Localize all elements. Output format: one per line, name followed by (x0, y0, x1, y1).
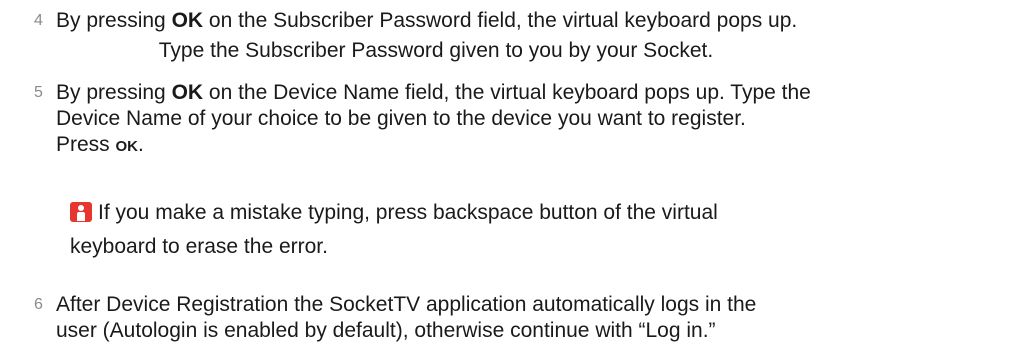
step-number: 6 (34, 296, 43, 313)
step-text-segment: on the Device Name field, the virtual ke… (203, 81, 811, 104)
step-text-segment: By pressing (56, 9, 172, 32)
step-line: By pressing OK on the Subscriber Passwor… (56, 8, 856, 34)
step-text: By pressing OK on the Device Name field,… (56, 80, 876, 160)
ok-keyword: OK (171, 9, 204, 32)
note-callout: If you make a mistake typing, press back… (70, 196, 830, 264)
note-line: keyboard to erase the error. (70, 235, 328, 258)
note-text: If you make a mistake typing, press back… (98, 201, 718, 224)
step-line: By pressing OK on the Device Name field,… (56, 80, 876, 106)
step-line: Type the Subscriber Password given to yo… (158, 39, 714, 62)
step-4: 4 By pressing OK on the Subscriber Passw… (0, 8, 1011, 68)
step-6: 6 After Device Registration the SocketTV… (0, 292, 1011, 348)
help-person-icon (70, 202, 92, 222)
step-text-segment: By pressing (56, 81, 172, 104)
step-text: After Device Registration the SocketTV a… (56, 292, 876, 344)
note-line: If you make a mistake typing, press back… (70, 196, 830, 230)
step-number: 5 (34, 84, 43, 101)
step-line: Press OK. (56, 132, 876, 160)
step-5: 5 By pressing OK on the Device Name fiel… (0, 80, 1011, 170)
ok-keyword: OK (171, 81, 204, 104)
step-number: 4 (34, 12, 43, 29)
step-text-segment: Press (56, 133, 116, 156)
step-text-segment: on the Subscriber Password field, the vi… (203, 9, 798, 32)
ok-keyword: OK (115, 138, 139, 155)
step-text: By pressing OK on the Subscriber Passwor… (56, 8, 856, 64)
step-line: user (Autologin is enabled by default), … (56, 319, 716, 342)
step-text-segment: . (138, 133, 144, 156)
step-line: Device Name of your choice to be given t… (56, 107, 746, 130)
step-line: After Device Registration the SocketTV a… (56, 293, 757, 316)
